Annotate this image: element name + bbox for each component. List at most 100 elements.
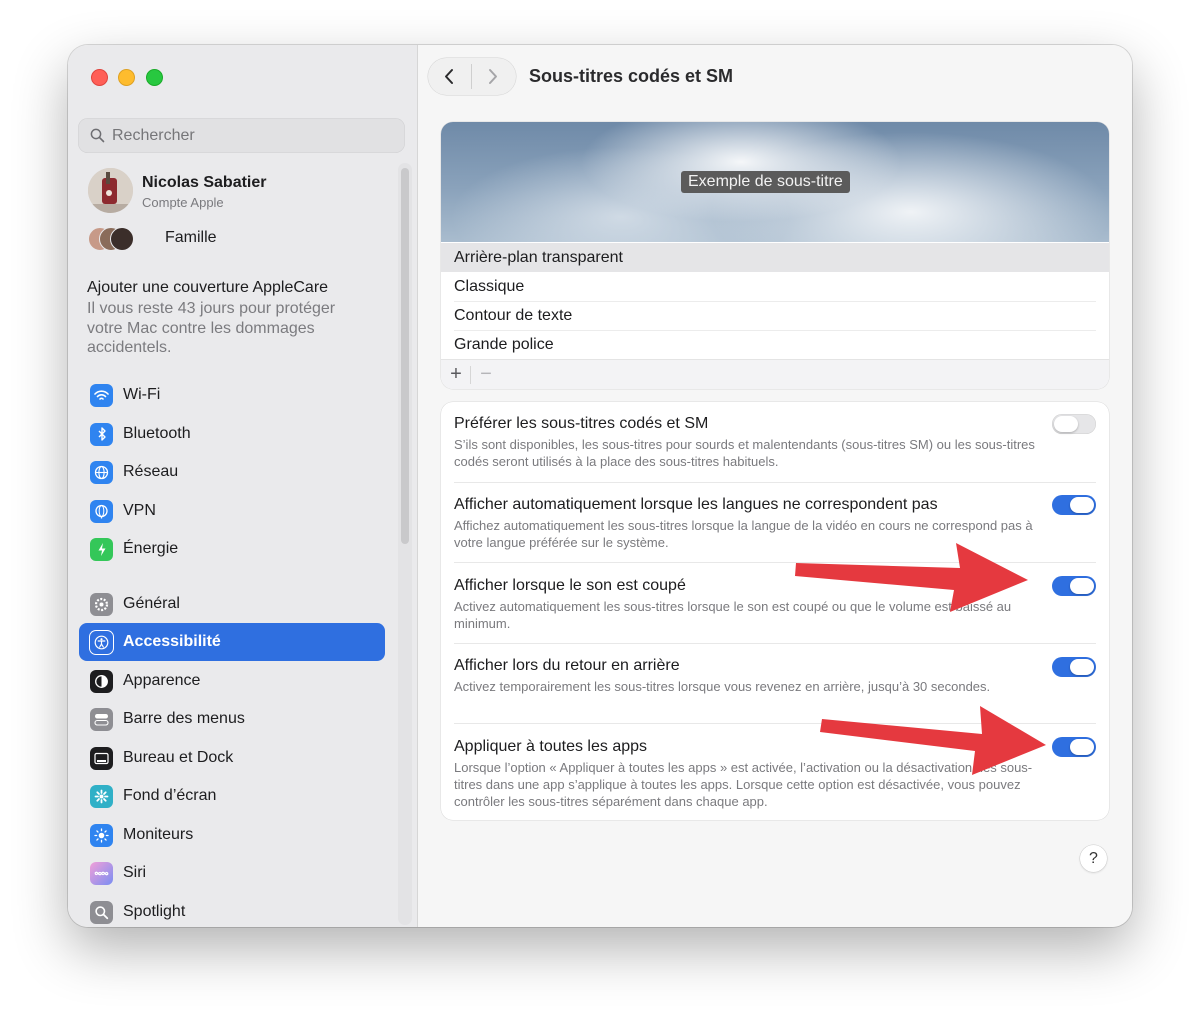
sidebar-item-displays[interactable]: Moniteurs [79,816,385,854]
sidebar-item-menubar[interactable]: Barre des menus [79,700,385,738]
option-title: Afficher lors du retour en arrière [454,657,680,674]
help-button[interactable]: ? [1080,845,1107,872]
sidebar-item-label: Réseau [123,463,179,480]
divider [454,723,1096,724]
sidebar-scrollbar[interactable] [401,168,409,544]
language-mismatch-toggle[interactable] [1052,495,1096,515]
appearance-icon [90,669,113,693]
subtitle-preview: Exemple de sous-titre [441,122,1109,242]
brightness-icon [90,823,113,847]
style-list-item[interactable]: Classique [441,272,1109,301]
account-name[interactable]: Nicolas Sabatier [142,174,267,192]
option-title: Appliquer à toutes les apps [454,738,648,755]
divider [470,366,471,384]
settings-window: Rechercher Nicolas Sabatier Compte Apple… [68,45,1132,927]
sidebar-item-appearance[interactable]: Apparence [79,662,385,700]
applecare-description: Il vous reste 43 jours pour protéger vot… [87,300,336,356]
option-description: Activez automatiquement les sous-titres … [454,599,1012,631]
style-list-item[interactable]: Contour de texte [441,301,1109,330]
globe-icon [90,460,113,484]
page-title: Sous-titres codés et SM [529,66,734,86]
sidebar-item-label: Barre des menus [123,710,245,727]
toggle-knob [1070,659,1094,675]
divider [454,562,1096,563]
sidebar-item-desktop-dock[interactable]: Bureau et Dock [79,739,385,777]
style-label: Classique [454,278,525,295]
toggle-knob [1070,497,1094,513]
sidebar-item-bluetooth[interactable]: Bluetooth [79,415,385,453]
add-style-button[interactable]: + [447,363,465,385]
minimize-window-button[interactable] [118,69,135,86]
sidebar-item-label: Spotlight [123,903,186,920]
sidebar-item-label: Siri [123,864,147,881]
dock-icon [90,746,113,770]
sidebar-item-label: Général [123,595,180,612]
sidebar-item-network[interactable]: Réseau [79,453,385,491]
sidebar-item-label: Énergie [123,540,179,557]
caption-options-card: Préférer les sous-titres codés et SM S’i… [441,402,1109,820]
style-label: Grande police [454,336,554,353]
sidebar-item-siri[interactable]: Siri [79,854,385,892]
sidebar-item-label: VPN [123,502,156,519]
account-avatar[interactable] [88,168,133,213]
subtitle-style-card: Exemple de sous-titre Arrière-plan trans… [441,122,1109,389]
bluetooth-icon [90,422,113,446]
account-subtitle: Compte Apple [142,195,224,210]
style-label: Arrière-plan transparent [454,249,623,266]
sidebar-item-energy[interactable]: Énergie [79,530,385,568]
skip-back-toggle[interactable] [1052,657,1096,677]
sidebar-item-label: Moniteurs [123,826,194,843]
menubar-icon [90,707,113,731]
remove-style-button[interactable]: − [477,363,495,385]
style-list-item[interactable]: Grande police [441,330,1109,359]
navigation-controls [428,58,516,95]
style-list-footer: + − [441,359,1109,389]
gear-icon [90,592,113,616]
sidebar-item-vpn[interactable]: VPN [79,492,385,530]
sidebar-item-spotlight[interactable]: Spotlight [79,893,385,927]
style-label: Contour de texte [454,307,573,324]
prefer-sdh-toggle[interactable] [1052,414,1096,434]
sidebar-item-wallpaper[interactable]: Fond d’écran [79,777,385,815]
option-title: Afficher automatiquement lorsque les lan… [454,496,938,513]
option-description: Lorsque l’option « Appliquer à toutes le… [454,760,1033,809]
search-icon [90,128,105,143]
family-item[interactable]: Famille [165,229,217,247]
divider [454,643,1096,644]
search-field[interactable]: Rechercher [78,118,405,153]
nav-divider [471,64,472,89]
wallpaper-icon [90,784,113,808]
option-title: Préférer les sous-titres codés et SM [454,415,709,432]
divider [454,482,1096,483]
sidebar-item-label: Bluetooth [123,425,191,442]
sidebar-item-general[interactable]: Général [79,585,385,623]
sidebar-item-label: Fond d’écran [123,787,217,804]
sidebar-item-wifi[interactable]: Wi-Fi [79,376,385,414]
battery-bolt-icon [90,537,113,561]
applecare-title[interactable]: Ajouter une couverture AppleCare [87,279,328,297]
main-pane: Sous-titres codés et SM Exemple de sous-… [418,45,1132,927]
style-list-item[interactable]: Arrière-plan transparent [441,243,1109,272]
muted-toggle[interactable] [1052,576,1096,596]
sample-subtitle-text: Exemple de sous-titre [681,171,850,193]
sidebar-item-label: Bureau et Dock [123,749,234,766]
sidebar-item-accessibility[interactable]: Accessibilité [79,623,385,661]
zoom-window-button[interactable] [146,69,163,86]
toggle-knob [1054,416,1078,432]
apply-all-apps-toggle[interactable] [1052,737,1096,757]
vpn-globe-icon [90,499,113,523]
search-placeholder: Rechercher [112,126,195,144]
toggle-knob [1070,739,1094,755]
forward-chevron-icon[interactable] [486,68,500,85]
magnifier-icon [90,900,113,924]
family-avatar [110,227,134,251]
option-description: Activez temporairement les sous-titres l… [454,679,991,694]
sidebar-item-label: Apparence [123,672,201,689]
close-window-button[interactable] [91,69,108,86]
toggle-knob [1070,578,1094,594]
option-description: Affichez automatiquement les sous-titres… [454,518,1033,550]
accessibility-icon [90,630,113,654]
sidebar-item-label: Wi-Fi [123,386,161,403]
sidebar: Rechercher Nicolas Sabatier Compte Apple… [68,45,418,927]
back-chevron-icon[interactable] [442,68,456,85]
